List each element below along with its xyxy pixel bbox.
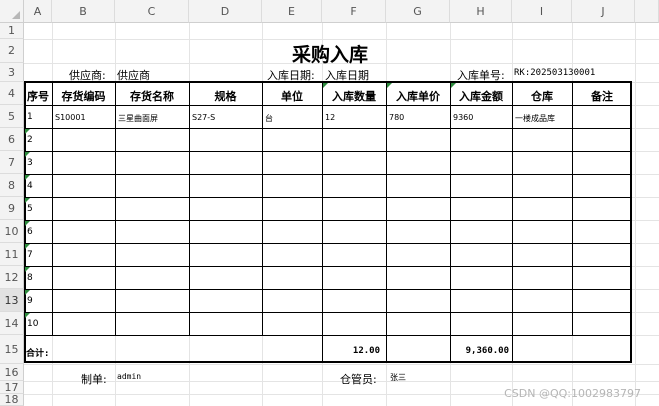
gridline-h [24,364,659,365]
table-cell-no[interactable]: 8 [27,273,33,283]
column-header-a[interactable]: A [24,0,52,23]
table-header-3[interactable]: 存货名称 [115,88,189,104]
maker-value[interactable]: admin [117,372,141,381]
table-header-7[interactable]: 入库单价 [386,88,450,104]
table-col-line [189,82,190,335]
column-header-c[interactable]: C [115,0,189,23]
row-header-11[interactable]: 11 [0,243,24,266]
column-header-f[interactable]: F [322,0,386,23]
cell-comment-marker[interactable] [451,83,456,88]
cell-comment-marker[interactable] [25,129,30,134]
table-cell-no[interactable]: 6 [27,227,33,237]
table-col-line [115,82,116,335]
table-col-line [450,82,451,363]
table-col-line [572,82,573,335]
row-header-3[interactable]: 3 [0,63,24,82]
table-cell-spec[interactable]: S27-S [192,113,215,122]
row-header-6[interactable]: 6 [0,128,24,151]
row-header-4[interactable]: 4 [0,82,24,105]
table-cell-no[interactable]: 1 [27,112,33,122]
cell-comment-marker[interactable] [387,83,392,88]
table-cell-name[interactable]: 三星曲面屏 [118,113,158,124]
table-cell-qty[interactable]: 12 [325,113,335,122]
cell-comment-marker[interactable] [25,221,30,226]
row-header-2[interactable]: 2 [0,39,24,63]
table-cell-no[interactable]: 2 [27,135,33,145]
column-header-i[interactable]: I [512,0,572,23]
gridline-v [635,23,636,406]
table-cell-warehouse[interactable]: 一楼成品库 [515,113,555,124]
order-number-value[interactable]: RK:202503130001 [514,68,595,78]
table-cell-no[interactable]: 10 [27,319,38,329]
select-all-corner[interactable] [0,0,24,23]
cell-comment-marker[interactable] [25,152,30,157]
totals-label[interactable]: 合计: [26,346,49,359]
table-header-1[interactable]: 序号 [24,88,52,104]
table-col-line [386,82,387,363]
table-header-5[interactable]: 单位 [262,88,322,104]
column-header-e[interactable]: E [262,0,322,23]
cell-comment-marker[interactable] [25,290,30,295]
table-cell-price[interactable]: 780 [389,113,404,122]
row-header-8[interactable]: 8 [0,174,24,197]
table-cell-code[interactable]: S10001 [55,113,86,122]
row-header-14[interactable]: 14 [0,312,24,335]
row-header-15[interactable]: 15 [0,335,24,364]
column-header-j[interactable]: J [572,0,635,23]
table-header-6[interactable]: 入库数量 [322,88,386,104]
keeper-label[interactable]: 仓管员: [340,371,377,387]
table-cell-unit[interactable]: 台 [265,113,273,124]
table-cell-no[interactable]: 5 [27,204,33,214]
table-cell-no[interactable]: 7 [27,250,33,260]
table-header-8[interactable]: 入库金额 [450,88,512,104]
table-col-line [52,82,53,335]
table-col-line [262,82,263,335]
cell-comment-marker[interactable] [25,267,30,272]
keeper-value[interactable]: 张三 [390,372,406,383]
column-header-d[interactable]: D [189,0,262,23]
table-col-line [512,82,513,363]
table-header-10[interactable]: 备注 [572,88,632,104]
column-header-g[interactable]: G [386,0,450,23]
maker-label[interactable]: 制单: [81,371,107,387]
table-cell-amount[interactable]: 9360 [453,113,473,122]
column-header-h[interactable]: H [450,0,512,23]
column-header-extra[interactable] [635,0,659,23]
total-amount[interactable]: 9,360.00 [451,346,509,356]
cell-comment-marker[interactable] [323,83,328,88]
cell-comment-marker[interactable] [25,198,30,203]
table-header-4[interactable]: 规格 [189,88,262,104]
sheet-title[interactable]: 采购入库 [270,40,390,67]
row-header-5[interactable]: 5 [0,105,24,128]
cell-comment-marker[interactable] [25,175,30,180]
row-header-18[interactable]: 18 [0,393,24,406]
table-cell-no[interactable]: 3 [27,158,33,168]
table-header-2[interactable]: 存货编码 [52,88,115,104]
row-header-10[interactable]: 10 [0,220,24,243]
row-header-7[interactable]: 7 [0,151,24,174]
column-header-b[interactable]: B [52,0,115,23]
row-header-12[interactable]: 12 [0,266,24,289]
spreadsheet[interactable]: ABCDEFGHIJ 1 2 3 4 5 6 7 8 9 10 11 12 13 14 15 16 17 18 采… [0,0,659,406]
row-header-1[interactable]: 1 [0,23,24,39]
row-header-9[interactable]: 9 [0,197,24,220]
table-row-line [24,335,632,336]
watermark: CSDN @QQ:1002983797 [504,387,641,400]
row-header-13[interactable]: 13 [0,289,24,312]
row-header-16[interactable]: 16 [0,364,24,381]
table-cell-no[interactable]: 9 [27,296,33,306]
table-col-line [322,82,323,363]
total-quantity[interactable]: 12.00 [322,346,380,356]
cell-comment-marker[interactable] [25,313,30,318]
cell-comment-marker[interactable] [25,244,30,249]
table-header-9[interactable]: 仓库 [512,88,572,104]
table-cell-no[interactable]: 4 [27,181,33,191]
